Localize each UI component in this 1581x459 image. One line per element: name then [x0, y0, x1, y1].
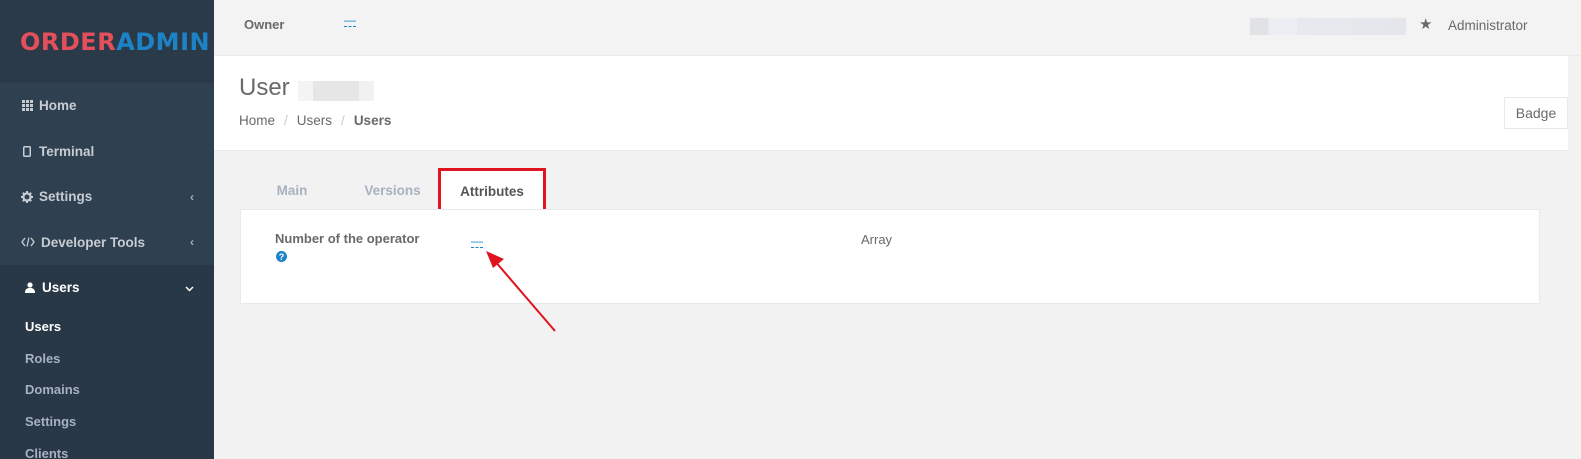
user-icon — [23, 282, 37, 294]
redacted-user-id — [298, 81, 374, 101]
annotation-arrow-icon — [486, 251, 556, 332]
sidebar-item-terminal[interactable]: Terminal — [0, 129, 214, 175]
logo-part-order: ORDER — [20, 27, 117, 56]
badge-button[interactable]: Badge — [1504, 97, 1568, 129]
question-icon[interactable]: ? — [276, 251, 287, 262]
user-role[interactable]: Administrator — [1448, 18, 1528, 33]
owner-label: Owner — [244, 17, 285, 32]
logo[interactable]: ORDER ADMIN — [0, 0, 214, 83]
chevron-down-icon — [185, 281, 194, 295]
submenu-item-settings[interactable]: Settings — [0, 406, 214, 438]
chevron-left-icon: ‹ — [190, 189, 194, 204]
sidebar-item-label: Users — [42, 280, 80, 296]
redacted-user-name — [1250, 18, 1406, 35]
page-heading: User Home / Users / Users Badge — [214, 56, 1568, 151]
sidebar-item-label: Home — [39, 98, 77, 114]
breadcrumb-separator: / — [284, 113, 288, 128]
tablet-icon — [20, 145, 34, 157]
tab-main[interactable]: Main — [240, 171, 344, 209]
grid-icon — [20, 100, 34, 112]
breadcrumb-home[interactable]: Home — [239, 113, 275, 128]
submenu-item-roles[interactable]: Roles — [0, 342, 214, 374]
page-title: User — [239, 74, 290, 101]
sidebar-item-home[interactable]: Home — [0, 83, 214, 129]
sidebar: ORDER ADMIN Home Terminal Settings ‹ Deve… — [0, 0, 214, 459]
breadcrumb-users[interactable]: Users — [297, 113, 332, 128]
tab-versions[interactable]: Versions — [344, 171, 441, 209]
submenu-item-users[interactable]: Users — [0, 311, 214, 343]
field-label: Number of the operator — [275, 231, 420, 246]
sidebar-item-users[interactable]: Users — [0, 265, 214, 311]
owner-value-link[interactable]: — — [344, 14, 356, 27]
chevron-left-icon: ‹ — [190, 235, 194, 250]
sidebar-item-label: Terminal — [39, 143, 95, 159]
tab-bar: Main Versions Attributes — [240, 168, 546, 214]
tab-attributes[interactable]: Attributes — [438, 168, 546, 214]
users-submenu: Users Roles Domains Settings Clients — [0, 310, 214, 459]
breadcrumb: Home / Users / Users — [239, 113, 391, 128]
gear-icon — [20, 190, 34, 203]
breadcrumb-current: Users — [353, 113, 392, 128]
scrollbar[interactable] — [1568, 56, 1581, 459]
attributes-panel: Number of the operator ? — Array — [240, 209, 1540, 304]
sidebar-item-label: Developer Tools — [41, 234, 146, 250]
attribute-type-label: Array — [861, 232, 893, 247]
logo-part-admin: ADMIN — [116, 27, 211, 56]
star-icon: ★ — [1419, 16, 1433, 33]
submenu-item-clients[interactable]: Clients — [0, 437, 214, 459]
sidebar-item-settings[interactable]: Settings ‹ — [0, 174, 214, 220]
breadcrumb-separator: / — [341, 113, 345, 128]
sidebar-item-developer-tools[interactable]: Developer Tools ‹ — [0, 220, 214, 266]
sidebar-item-label: Settings — [39, 189, 93, 205]
code-icon — [20, 237, 36, 247]
topbar: Owner — ★ Administrator — [214, 0, 1581, 56]
submenu-item-domains[interactable]: Domains — [0, 374, 214, 406]
